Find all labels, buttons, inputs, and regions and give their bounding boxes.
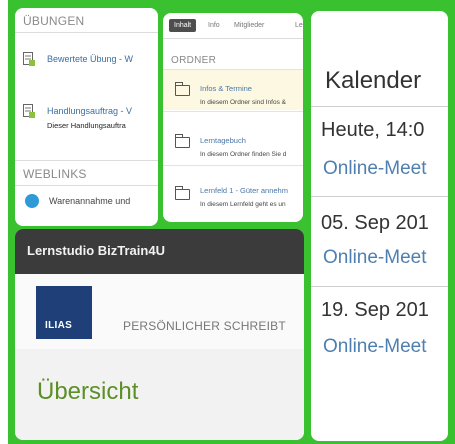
uebung-description: Dieser Handlungsauftra [47, 121, 126, 130]
divider [163, 165, 303, 166]
kalender-title: Kalender [325, 67, 422, 94]
divider [311, 106, 448, 107]
folder-description: In diesem Ordner finden Sie d [200, 151, 287, 158]
uebungen-heading: ÜBUNGEN [15, 8, 158, 33]
calendar-entry-event[interactable]: Online-Meet [323, 158, 427, 180]
folder-title[interactable]: Lernfeld 1 - Güter annehm [200, 186, 288, 195]
calendar-entry-date: Heute, 14:0 [321, 119, 425, 141]
persoenlicher-schreibtisch-menu[interactable]: PERSÖNLICHER SCHREIBT [123, 319, 286, 333]
folder-description: In diesem Ordner sind Infos & [200, 99, 286, 106]
tab-more[interactable]: Le [290, 19, 303, 32]
calendar-entry-event[interactable]: Online-Meet [323, 247, 427, 269]
ilias-logo[interactable]: ILIAS [36, 286, 92, 339]
ordner-heading: ORDNER [171, 55, 217, 66]
kalender-panel: Kalender Heute, 14:0 Online-Meet 05. Sep… [311, 11, 448, 441]
folder-icon [175, 186, 190, 200]
calendar-entry-date: 19. Sep 201 [321, 299, 429, 321]
calendar-entry-date: 05. Sep 201 [321, 212, 429, 234]
tab-inhalt[interactable]: Inhalt [169, 19, 197, 32]
uebungen-weblinks-panel: ÜBUNGEN Bewertete Übung - W Handlungsauf… [15, 8, 158, 226]
lernstudio-panel: Lernstudio BizTrain4U ILIAS PERSÖNLICHER… [15, 229, 304, 440]
weblinks-heading: WEBLINKS [15, 160, 158, 186]
page-title: Übersicht [37, 378, 139, 405]
uebung-title[interactable]: Bewertete Übung - W [47, 54, 133, 64]
exercise-icon [23, 52, 35, 66]
lernstudio-header: Lernstudio BizTrain4U [15, 229, 304, 274]
folder-title[interactable]: Lerntagebuch [200, 136, 246, 145]
weblink-title[interactable]: Warenannahme und [49, 196, 130, 206]
divider [311, 286, 448, 287]
uebung-title[interactable]: Handlungsauftrag - V [47, 106, 132, 116]
tab-bar: Inhalt Info Mitglieder Le [163, 13, 303, 39]
ordner-panel: Inhalt Info Mitglieder Le ORDNER Infos &… [163, 13, 303, 222]
folder-icon [175, 82, 190, 96]
folder-title[interactable]: Infos & Termine [200, 84, 252, 93]
folder-description: In diesem Lernfeld geht es un [200, 201, 286, 208]
folder-icon [175, 134, 190, 148]
tab-mitglieder[interactable]: Mitglieder [229, 19, 269, 32]
exercise-icon [23, 104, 35, 118]
weblink-icon [25, 194, 39, 208]
divider [311, 196, 448, 197]
uebung-item[interactable]: Handlungsauftrag - V Dieser Handlungsauf… [15, 98, 158, 136]
weblink-item[interactable]: Warenannahme und [15, 190, 158, 216]
uebung-item[interactable]: Bewertete Übung - W [15, 46, 158, 76]
divider [163, 111, 303, 112]
lernstudio-title: Lernstudio BizTrain4U [27, 243, 165, 258]
tab-info[interactable]: Info [203, 19, 225, 32]
calendar-entry-event[interactable]: Online-Meet [323, 336, 427, 358]
ilias-logo-text: ILIAS [45, 320, 73, 331]
